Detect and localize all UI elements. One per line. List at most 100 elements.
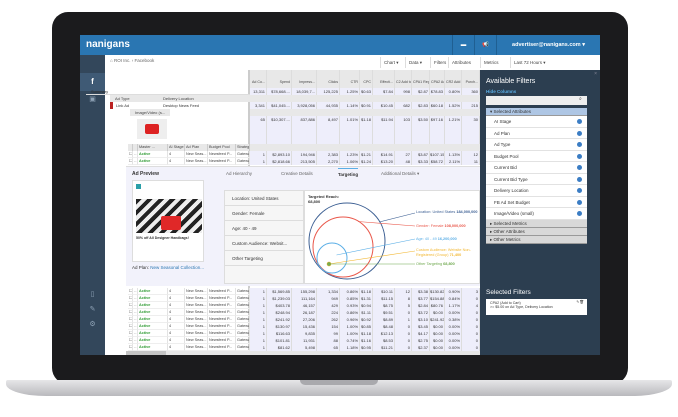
column-header[interactable]: Effecti... bbox=[373, 70, 395, 88]
edit-icon[interactable]: ✎🗑 bbox=[576, 300, 584, 304]
metric-cell: 11,931 bbox=[292, 337, 317, 344]
data-button[interactable]: Data ▾ bbox=[405, 57, 430, 68]
add-icon[interactable] bbox=[577, 211, 582, 216]
attribute-item[interactable]: Delivery Location bbox=[486, 185, 587, 197]
breadcrumb-item[interactable]: Facebook bbox=[134, 58, 154, 63]
metrics-button[interactable]: Metrics bbox=[480, 57, 510, 68]
column-header[interactable]: Impress... bbox=[292, 70, 317, 88]
add-icon[interactable] bbox=[577, 142, 582, 147]
column-header[interactable]: CTR bbox=[340, 70, 360, 88]
add-icon[interactable] bbox=[577, 119, 582, 124]
column-header[interactable]: CR2 Add to ... bbox=[445, 70, 462, 88]
ad-plan-link[interactable]: New Seasonal Collection... bbox=[150, 265, 204, 270]
settings-icon[interactable]: ⚙ bbox=[80, 320, 105, 328]
targeting-chart: Targeted Reach: 68,800 Location: United … bbox=[304, 190, 480, 284]
add-icon[interactable] bbox=[577, 199, 582, 205]
attribute-item[interactable]: Current Bid Type bbox=[486, 173, 587, 185]
targeting-item[interactable]: Gender: Female bbox=[225, 206, 303, 221]
metric-cell: 0.00% bbox=[445, 309, 462, 316]
ad-strat-cell: Gatewa bbox=[236, 302, 250, 309]
targeting-item[interactable]: Age: 40 - 49 bbox=[225, 221, 303, 236]
close-icon[interactable]: × bbox=[594, 71, 597, 77]
column-header[interactable]: Master ... bbox=[138, 144, 168, 151]
legend-label: Custom Audience: Website Non-Registered … bbox=[416, 248, 471, 257]
column-header[interactable]: Purch... bbox=[462, 70, 480, 88]
metric-cell: 27 bbox=[395, 151, 412, 158]
metric-cell: 0.96% bbox=[340, 316, 360, 323]
tab-ad-hierarchy[interactable]: Ad Hierarchy bbox=[226, 171, 252, 176]
section-label: Selected Attributes bbox=[493, 109, 532, 114]
metric-cell: 2,383 bbox=[317, 151, 340, 158]
group-header-bg bbox=[250, 95, 480, 102]
column-header[interactable]: Budget Pool bbox=[208, 144, 236, 151]
thumbnail-image[interactable] bbox=[137, 119, 167, 139]
mobile-icon[interactable]: ▯ bbox=[80, 290, 105, 298]
section-selected-metrics[interactable]: ▸ Selected Metrics bbox=[486, 219, 587, 228]
tab-targeting[interactable]: Targeting bbox=[338, 168, 359, 177]
metric-cell: 262 bbox=[317, 316, 340, 323]
ad-plan-cell: New Seas... bbox=[185, 344, 208, 351]
column-header[interactable]: CPA2 Add... bbox=[430, 70, 445, 88]
metric-cell: 1 bbox=[250, 158, 267, 165]
ad-plan-cell: New Seas... bbox=[185, 330, 208, 337]
attribute-item[interactable]: Current Bid bbox=[486, 162, 587, 174]
attributes-button[interactable]: Attributes bbox=[448, 57, 480, 68]
attribute-item[interactable]: Budget Pool bbox=[486, 150, 587, 162]
date-range-dropdown[interactable]: Last 72 Hours ▾ bbox=[510, 57, 552, 68]
filter-card[interactable]: CPA2 (Add to Cart) >= $5.00 on Ad Type, … bbox=[486, 299, 587, 315]
attribute-item[interactable]: Ad Type bbox=[486, 139, 587, 151]
column-header[interactable]: CPC bbox=[360, 70, 373, 88]
metric-cell: $8.53 bbox=[373, 337, 395, 344]
add-icon[interactable] bbox=[577, 165, 582, 170]
section-other-attributes[interactable]: ▸ Other Attributes bbox=[486, 227, 587, 236]
column-header[interactable]: Clicks bbox=[317, 70, 340, 88]
column-header[interactable]: C2 Add to ... bbox=[395, 70, 412, 88]
chat-button[interactable]: ▬ bbox=[452, 35, 474, 55]
chart-button[interactable]: Chart ▾ bbox=[380, 57, 405, 68]
metric-cell: $2.87 bbox=[412, 88, 430, 95]
ad-status-cell: Active bbox=[138, 344, 168, 351]
column-header[interactable]: CPA1 Registr... bbox=[412, 70, 430, 88]
ad-pool-cell: Newsfeed P... bbox=[208, 309, 236, 316]
metric-cell: $1.16 bbox=[360, 337, 373, 344]
column-header[interactable]: AI Stage bbox=[168, 144, 185, 151]
group-cell[interactable]: Desktop News Feed bbox=[160, 102, 250, 109]
column-header[interactable]: Ad Plan bbox=[185, 144, 208, 151]
metric-cell: 0 bbox=[395, 323, 412, 330]
targeting-item[interactable]: Location: United States bbox=[225, 191, 303, 206]
attribute-item[interactable]: FB Ad Set Budget bbox=[486, 196, 587, 208]
metric-cell: 0 bbox=[395, 309, 412, 316]
metric-cell: $3.72 bbox=[412, 309, 430, 316]
channel-icon[interactable]: ▣ bbox=[80, 95, 105, 103]
metric-cell: $80.76 bbox=[430, 302, 445, 309]
ad-preview-image[interactable]: 50% off All Designer Handbags! bbox=[132, 180, 204, 262]
add-icon[interactable] bbox=[577, 153, 582, 159]
tab-creative-details[interactable]: Creative Details bbox=[281, 171, 313, 176]
breadcrumb-item[interactable]: ROI Inc. bbox=[114, 58, 131, 63]
metric-cell: 1 bbox=[250, 288, 267, 295]
group-cell[interactable]: Link Ad bbox=[116, 102, 160, 109]
column-header[interactable]: Ad Co... bbox=[250, 70, 267, 88]
ad-stage-cell: 4 bbox=[168, 295, 185, 302]
filter-search-input[interactable] bbox=[486, 96, 587, 105]
add-icon[interactable] bbox=[577, 188, 582, 193]
metric-cell: 1.52% bbox=[445, 102, 462, 109]
filters-button[interactable]: Filters bbox=[430, 57, 448, 68]
wrench-icon[interactable]: ✎ bbox=[80, 305, 105, 313]
attribute-item[interactable]: AI Stage bbox=[486, 116, 587, 128]
megaphone-button[interactable]: 📢 bbox=[474, 35, 496, 55]
column-header[interactable]: Strateg bbox=[236, 144, 250, 151]
add-icon[interactable] bbox=[577, 176, 582, 182]
attribute-item[interactable]: Image/Video (small) bbox=[486, 208, 587, 220]
column-header[interactable]: Spend bbox=[267, 70, 292, 88]
attribute-item[interactable]: Ad Plan bbox=[486, 127, 587, 139]
user-menu[interactable]: advertiser@nanigans.com ▾ bbox=[496, 35, 600, 55]
selected-attributes-header[interactable]: ▾ Selected Attributes bbox=[486, 108, 587, 116]
targeting-item[interactable]: Other Targeting bbox=[225, 251, 303, 266]
add-icon[interactable] bbox=[577, 130, 582, 136]
targeting-item[interactable]: Custom Audience: Websit... bbox=[225, 236, 303, 251]
horizontal-scrollbar[interactable] bbox=[126, 351, 480, 355]
section-other-metrics[interactable]: ▸ Other Metrics bbox=[486, 235, 587, 244]
tab-additional-details[interactable]: Additional Details ▾ bbox=[381, 171, 419, 177]
hide-columns-link[interactable]: Hide Columns bbox=[486, 89, 516, 94]
